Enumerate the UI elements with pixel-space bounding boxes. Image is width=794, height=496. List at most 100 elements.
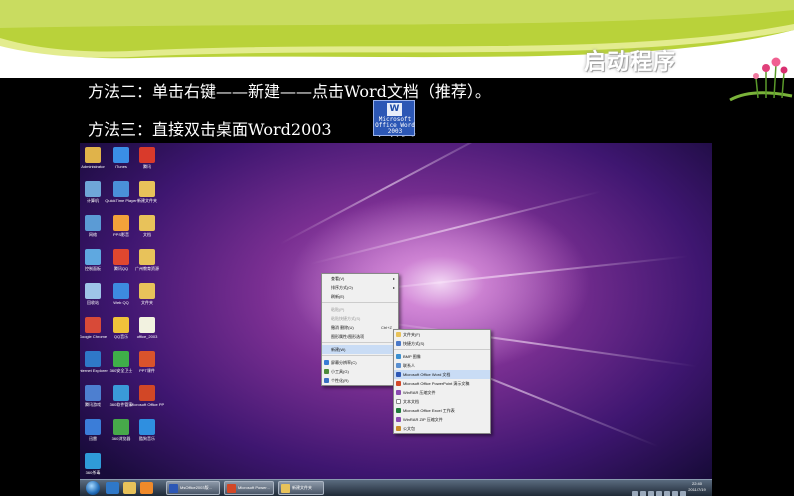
menu-item-label: 联系人 — [403, 363, 415, 368]
menu-item[interactable]: 粘贴(P) — [322, 305, 398, 314]
menu-item-icon — [396, 408, 401, 413]
desktop-icon[interactable]: 新建文件夹 — [130, 181, 164, 203]
taskbar-task-button[interactable]: MsOffice2003版... — [166, 481, 220, 495]
taskbar-task-button[interactable]: Microsoft Power... — [224, 481, 274, 495]
tray-icon[interactable] — [664, 491, 670, 496]
menu-item[interactable]: 文本文档 — [394, 397, 490, 406]
desktop-icon[interactable]: 文档 — [130, 215, 164, 237]
desktop-icon-label: Microsoft Office PPT — [130, 402, 164, 407]
user-folder-icon — [85, 147, 101, 163]
menu-item-icon — [396, 332, 401, 337]
network-icon — [85, 215, 101, 231]
menu-item-label: 图形属性/图形选项 — [331, 334, 365, 339]
tray-icon[interactable] — [632, 491, 638, 496]
menu-item-label: BMP 图像 — [403, 354, 421, 359]
section-title: 启动程序 — [583, 50, 676, 75]
menu-item-label: Microsoft Office PowerPoint 演示文稿 — [403, 381, 470, 386]
menu-item[interactable]: 联系人 — [394, 361, 490, 370]
menu-item[interactable]: 图形属性/图形选项 — [322, 332, 398, 341]
start-button[interactable] — [86, 481, 100, 495]
menu-item-label: 撤消 删除(U) — [331, 325, 354, 330]
taskbar-clock[interactable]: 22:40 2011/7/19 — [686, 481, 708, 493]
clock-date: 2011/7/19 — [688, 487, 706, 492]
desktop-icon[interactable]: PPT课件 — [130, 351, 164, 373]
recycle-bin-icon — [85, 283, 101, 299]
menu-item-icon — [396, 417, 401, 422]
computer-icon — [85, 181, 101, 197]
menu-item-icon — [324, 369, 329, 374]
menu-item[interactable]: 个性化(R) — [322, 376, 398, 385]
taskbar-task-label: Microsoft Power... — [238, 485, 270, 490]
tray-icon[interactable] — [640, 491, 646, 496]
powerpoint-icon — [139, 385, 155, 401]
taskbar-task-label: MsOffice2003版... — [180, 485, 212, 490]
menu-item[interactable]: Microsoft Office Excel 工作表 — [394, 406, 490, 415]
method-3-prefix: 方法三：直接双击桌面Word2003 — [88, 120, 332, 139]
menu-item-label: Microsoft Office Excel 工作表 — [403, 408, 455, 413]
menu-item[interactable]: Microsoft Office Word 文档 — [394, 370, 490, 379]
menu-item[interactable]: 屏幕分辨率(C) — [322, 358, 398, 367]
ie-icon[interactable] — [106, 482, 119, 494]
tray-icon[interactable] — [648, 491, 654, 496]
menu-item-shortcut: Ctrl+Z — [381, 325, 392, 330]
desktop-icon-label: PPT课件 — [139, 368, 155, 373]
desktop-icon[interactable]: Microsoft Office PPT — [130, 385, 164, 407]
desktop-icon[interactable]: 广州教育资源 — [130, 249, 164, 271]
menu-item-label: 排序方式(O) — [331, 285, 353, 290]
media-player-icon[interactable] — [140, 482, 153, 494]
menu-item[interactable]: WinRAR ZIP 压缩文件 — [394, 415, 490, 424]
download-icon — [85, 419, 101, 435]
folder-icon — [139, 215, 155, 231]
menu-item-label: WinRAR 压缩文件 — [403, 390, 436, 395]
menu-item[interactable]: 刷新(E) — [322, 292, 398, 301]
menu-item[interactable]: WinRAR 压缩文件 — [394, 388, 490, 397]
menu-item-label: 公文包 — [403, 426, 415, 431]
context-menu: 查看(V) ▸ 排序方式(O) ▸ 刷新(E) 粘贴(P) 粘贴快捷方式(S) 撤消 删除(U… — [321, 273, 399, 386]
menu-item[interactable]: 排序方式(O) ▸ — [322, 283, 398, 292]
menu-item-label: 个性化(R) — [331, 378, 349, 383]
menu-item-label: 粘贴(P) — [331, 307, 345, 312]
taskbar-task-button[interactable]: 新建文件夹 — [278, 481, 324, 495]
method-2-text: 方法二：单击右键——新建——点击Word文档（推荐）。 — [88, 82, 491, 101]
folder-icon — [139, 249, 155, 265]
menu-item-label: 刷新(E) — [331, 294, 345, 299]
desktop-icon-label: 360杀毒 — [85, 470, 101, 475]
desktop-icon[interactable]: 360杀毒 — [80, 453, 110, 475]
menu-item[interactable]: 粘贴快捷方式(S) — [322, 314, 398, 323]
menu-item[interactable]: 小工具(G) — [322, 367, 398, 376]
menu-item[interactable]: 公文包 — [394, 424, 490, 433]
menu-item-icon — [396, 390, 401, 395]
explorer-icon[interactable] — [123, 482, 136, 494]
flower-decoration-icon — [729, 57, 793, 102]
submenu-arrow-icon: ▸ — [392, 276, 395, 281]
menu-item[interactable]: 查看(V) ▸ — [322, 274, 398, 283]
desktop-icon-label: 广州教育资源 — [135, 266, 159, 271]
word-2003-desktop-icon: W Microsoft Office Word 2003 — [373, 100, 415, 136]
menu-item-label: 屏幕分辨率(C) — [331, 360, 357, 365]
menu-item[interactable]: 文件夹(F) — [394, 330, 490, 339]
tray-icon[interactable] — [656, 491, 662, 496]
menu-item[interactable]: 新建(W)▸ — [322, 345, 398, 354]
desktop-icon[interactable]: 腾讯 — [130, 147, 164, 169]
video-player-icon — [113, 215, 129, 231]
browser-icon — [113, 419, 129, 435]
menu-item[interactable]: BMP 图像 — [394, 352, 490, 361]
menu-item[interactable]: 快捷方式(S) — [394, 339, 490, 348]
folder-icon — [139, 283, 155, 299]
menu-item-label: 粘贴快捷方式(S) — [331, 316, 361, 321]
menu-item-icon — [324, 378, 329, 383]
ppt-file-icon — [139, 351, 155, 367]
antivirus-icon — [85, 453, 101, 469]
desktop-icon[interactable]: 酷狗音乐 — [130, 419, 164, 441]
word-icon — [169, 484, 178, 493]
desktop-icon-label: 文件夹 — [141, 300, 153, 305]
menu-item[interactable]: 撤消 删除(U) Ctrl+Z — [322, 323, 398, 332]
menu-item-label: 文本文档 — [403, 399, 419, 404]
desktop-icon[interactable]: 文件夹 — [130, 283, 164, 305]
web-qq-icon — [113, 283, 129, 299]
desktop-icon[interactable]: office_2003 — [130, 317, 164, 339]
menu-item-icon — [396, 341, 401, 346]
tray-icon[interactable] — [672, 491, 678, 496]
menu-item[interactable]: Microsoft Office PowerPoint 演示文稿 — [394, 379, 490, 388]
control-panel-icon — [85, 249, 101, 265]
